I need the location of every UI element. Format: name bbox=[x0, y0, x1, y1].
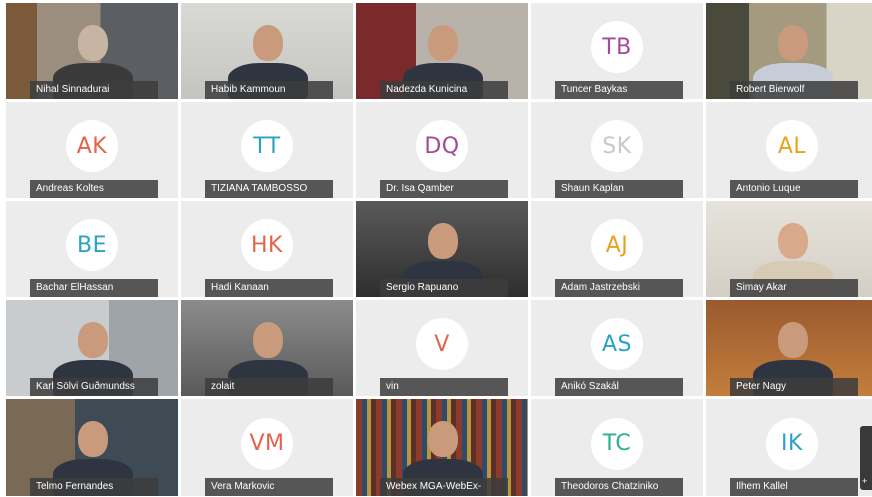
participant-tile[interactable]: Sergio Rapuano bbox=[356, 201, 528, 297]
participant-tile[interactable]: AL Antonio Luque bbox=[706, 102, 872, 198]
participant-avatar: TC bbox=[591, 417, 643, 470]
participant-avatar: BE bbox=[66, 219, 118, 271]
participant-tile[interactable]: AK Andreas Koltes bbox=[6, 102, 178, 198]
participant-name-label: zolait bbox=[205, 378, 333, 396]
participant-tile[interactable]: Simay Akar bbox=[706, 201, 872, 297]
participant-avatar: AS bbox=[591, 318, 643, 370]
participant-name-label: Telmo Fernandes bbox=[30, 478, 158, 496]
participant-tile[interactable]: VM Vera Markovic bbox=[181, 399, 353, 496]
participant-tile[interactable]: TT TIZIANA TAMBOSSO bbox=[181, 102, 353, 198]
participant-tile[interactable]: Peter Nagy bbox=[706, 300, 872, 396]
person-head bbox=[778, 25, 808, 61]
participant-name-label: TIZIANA TAMBOSSO bbox=[205, 180, 333, 198]
participant-tile[interactable]: Nadezda Kunicina bbox=[356, 3, 528, 99]
participant-name-label: Dr. Isa Qamber bbox=[380, 180, 508, 198]
person-head bbox=[253, 322, 283, 358]
participant-tile[interactable]: Karl Sölvi Guðmundss bbox=[6, 300, 178, 396]
participant-tile[interactable]: Telmo Fernandes bbox=[6, 399, 178, 496]
participant-avatar: DQ bbox=[416, 120, 468, 172]
expand-icon: + bbox=[862, 476, 868, 486]
participant-name-label: Simay Akar bbox=[730, 279, 858, 297]
participant-name-label: Tuncer Baykas bbox=[555, 81, 683, 99]
participant-name-label: Ilhem Kallel bbox=[730, 478, 858, 496]
participant-avatar: AJ bbox=[591, 219, 643, 271]
participant-name-label: Peter Nagy bbox=[730, 378, 858, 396]
participant-name-label: Webex MGA-WebEx- bbox=[380, 478, 508, 496]
participant-name-label: Antonio Luque bbox=[730, 180, 858, 198]
participant-tile[interactable]: Webex MGA-WebEx- bbox=[356, 399, 528, 496]
participant-avatar: IK bbox=[766, 417, 818, 470]
participant-avatar: HK bbox=[241, 219, 293, 271]
participant-tile[interactable]: TB Tuncer Baykas bbox=[531, 3, 703, 99]
participant-tile[interactable]: Habib Kammoun bbox=[181, 3, 353, 99]
person-head bbox=[428, 421, 458, 457]
participant-name-label: Robert Bierwolf bbox=[730, 81, 858, 99]
participant-name-label: vin bbox=[380, 378, 508, 396]
participant-avatar: V bbox=[416, 318, 468, 370]
person-head bbox=[78, 25, 108, 61]
person-head bbox=[253, 25, 283, 61]
person-head bbox=[428, 25, 458, 61]
person-head bbox=[78, 322, 108, 358]
participant-grid: Nihal Sinnadurai Habib Kammoun Nadezda Kun… bbox=[0, 0, 872, 497]
participant-avatar: AL bbox=[766, 120, 818, 172]
participant-name-label: Hadi Kanaan bbox=[205, 279, 333, 297]
participant-tile[interactable]: Nihal Sinnadurai bbox=[6, 3, 178, 99]
participant-name-label: Anikó Szakál bbox=[555, 378, 683, 396]
participant-tile[interactable]: AS Anikó Szakál bbox=[531, 300, 703, 396]
participant-name-label: Vera Markovic bbox=[205, 478, 333, 496]
person-head bbox=[428, 223, 458, 259]
participant-name-label: Theodoros Chatziniko bbox=[555, 478, 683, 496]
side-panel-handle[interactable]: + bbox=[860, 426, 872, 490]
participant-tile[interactable]: BE Bachar ElHassan bbox=[6, 201, 178, 297]
participant-tile[interactable]: zolait bbox=[181, 300, 353, 396]
participant-tile[interactable]: Vvin bbox=[356, 300, 528, 396]
participant-name-label: Andreas Koltes bbox=[30, 180, 158, 198]
participant-avatar: SK bbox=[591, 120, 643, 172]
participant-avatar: TT bbox=[241, 120, 293, 172]
participant-name-label: Habib Kammoun bbox=[205, 81, 333, 99]
participant-tile[interactable]: DQ Dr. Isa Qamber bbox=[356, 102, 528, 198]
participant-name-label: Adam Jastrzebski bbox=[555, 279, 683, 297]
participant-tile[interactable]: SK Shaun Kaplan bbox=[531, 102, 703, 198]
participant-tile[interactable]: Robert Bierwolf bbox=[706, 3, 872, 99]
participant-name-label: Karl Sölvi Guðmundss bbox=[30, 378, 158, 396]
person-head bbox=[778, 322, 808, 358]
participant-name-label: Shaun Kaplan bbox=[555, 180, 683, 198]
participant-avatar: TB bbox=[591, 21, 643, 73]
participant-avatar: VM bbox=[241, 417, 293, 470]
participant-tile[interactable]: HK Hadi Kanaan bbox=[181, 201, 353, 297]
participant-tile[interactable]: AJ Adam Jastrzebski bbox=[531, 201, 703, 297]
person-head bbox=[78, 421, 108, 457]
participant-name-label: Sergio Rapuano bbox=[380, 279, 508, 297]
participant-tile[interactable]: TC Theodoros Chatziniko bbox=[531, 399, 703, 496]
person-head bbox=[778, 223, 808, 259]
participant-avatar: AK bbox=[66, 120, 118, 172]
participant-tile[interactable]: IK Ilhem Kallel bbox=[706, 399, 872, 496]
participant-name-label: Nihal Sinnadurai bbox=[30, 81, 158, 99]
participant-name-label: Bachar ElHassan bbox=[30, 279, 158, 297]
participant-name-label: Nadezda Kunicina bbox=[380, 81, 508, 99]
